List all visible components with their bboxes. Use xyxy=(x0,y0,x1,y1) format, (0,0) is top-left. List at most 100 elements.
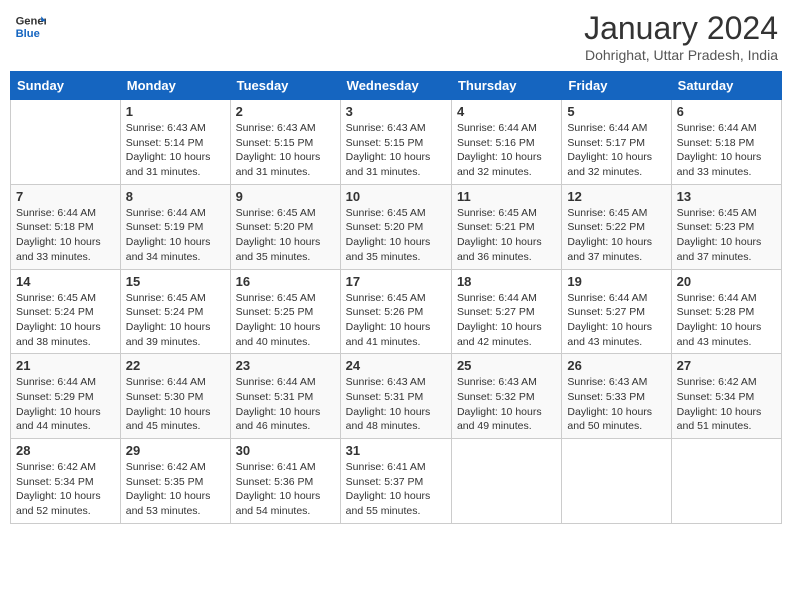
day-number: 7 xyxy=(16,189,115,204)
day-info: Sunrise: 6:44 AM Sunset: 5:27 PM Dayligh… xyxy=(457,291,556,350)
page-header: General Blue January 2024 Dohrighat, Utt… xyxy=(10,10,782,63)
calendar-cell: 2 Sunrise: 6:43 AM Sunset: 5:15 PM Daylig… xyxy=(230,100,340,185)
day-info: Sunrise: 6:45 AM Sunset: 5:21 PM Dayligh… xyxy=(457,206,556,265)
day-number: 3 xyxy=(346,104,446,119)
calendar-cell: 16 Sunrise: 6:45 AM Sunset: 5:25 PM Dayli… xyxy=(230,269,340,354)
calendar-cell: 29 Sunrise: 6:42 AM Sunset: 5:35 PM Dayli… xyxy=(120,439,230,524)
day-number: 4 xyxy=(457,104,556,119)
calendar-cell: 22 Sunrise: 6:44 AM Sunset: 5:30 PM Dayli… xyxy=(120,354,230,439)
calendar-cell xyxy=(671,439,781,524)
calendar-cell: 6 Sunrise: 6:44 AM Sunset: 5:18 PM Daylig… xyxy=(671,100,781,185)
calendar-week-row: 28 Sunrise: 6:42 AM Sunset: 5:34 PM Dayli… xyxy=(11,439,782,524)
day-number: 24 xyxy=(346,358,446,373)
day-info: Sunrise: 6:42 AM Sunset: 5:34 PM Dayligh… xyxy=(677,375,776,434)
calendar-cell: 14 Sunrise: 6:45 AM Sunset: 5:24 PM Dayli… xyxy=(11,269,121,354)
calendar-cell: 12 Sunrise: 6:45 AM Sunset: 5:22 PM Dayli… xyxy=(562,184,671,269)
day-info: Sunrise: 6:42 AM Sunset: 5:34 PM Dayligh… xyxy=(16,460,115,519)
day-number: 31 xyxy=(346,443,446,458)
calendar-table: SundayMondayTuesdayWednesdayThursdayFrid… xyxy=(10,71,782,524)
col-header-sunday: Sunday xyxy=(11,72,121,100)
day-info: Sunrise: 6:43 AM Sunset: 5:32 PM Dayligh… xyxy=(457,375,556,434)
day-number: 9 xyxy=(236,189,335,204)
day-number: 26 xyxy=(567,358,665,373)
calendar-cell: 7 Sunrise: 6:44 AM Sunset: 5:18 PM Daylig… xyxy=(11,184,121,269)
calendar-week-row: 21Sunrise: 6:44 AM Sunset: 5:29 PM Dayli… xyxy=(11,354,782,439)
calendar-cell: 26 Sunrise: 6:43 AM Sunset: 5:33 PM Dayli… xyxy=(562,354,671,439)
col-header-tuesday: Tuesday xyxy=(230,72,340,100)
calendar-cell: 11Sunrise: 6:45 AM Sunset: 5:21 PM Dayli… xyxy=(451,184,561,269)
day-number: 15 xyxy=(126,274,225,289)
calendar-cell xyxy=(11,100,121,185)
day-info: Sunrise: 6:45 AM Sunset: 5:23 PM Dayligh… xyxy=(677,206,776,265)
day-info: Sunrise: 6:44 AM Sunset: 5:19 PM Dayligh… xyxy=(126,206,225,265)
day-info: Sunrise: 6:43 AM Sunset: 5:15 PM Dayligh… xyxy=(346,121,446,180)
logo: General Blue xyxy=(14,10,46,42)
calendar-cell xyxy=(451,439,561,524)
day-number: 23 xyxy=(236,358,335,373)
day-number: 19 xyxy=(567,274,665,289)
day-info: Sunrise: 6:44 AM Sunset: 5:31 PM Dayligh… xyxy=(236,375,335,434)
title-block: January 2024 Dohrighat, Uttar Pradesh, I… xyxy=(584,10,778,63)
day-info: Sunrise: 6:45 AM Sunset: 5:24 PM Dayligh… xyxy=(126,291,225,350)
col-header-saturday: Saturday xyxy=(671,72,781,100)
day-info: Sunrise: 6:45 AM Sunset: 5:20 PM Dayligh… xyxy=(346,206,446,265)
day-info: Sunrise: 6:42 AM Sunset: 5:35 PM Dayligh… xyxy=(126,460,225,519)
calendar-cell: 3 Sunrise: 6:43 AM Sunset: 5:15 PM Daylig… xyxy=(340,100,451,185)
calendar-cell: 30 Sunrise: 6:41 AM Sunset: 5:36 PM Dayli… xyxy=(230,439,340,524)
day-number: 12 xyxy=(567,189,665,204)
location-title: Dohrighat, Uttar Pradesh, India xyxy=(584,47,778,63)
day-info: Sunrise: 6:44 AM Sunset: 5:29 PM Dayligh… xyxy=(16,375,115,434)
svg-text:Blue: Blue xyxy=(16,28,40,40)
calendar-cell: 27 Sunrise: 6:42 AM Sunset: 5:34 PM Dayli… xyxy=(671,354,781,439)
day-number: 2 xyxy=(236,104,335,119)
day-number: 27 xyxy=(677,358,776,373)
day-info: Sunrise: 6:43 AM Sunset: 5:31 PM Dayligh… xyxy=(346,375,446,434)
day-info: Sunrise: 6:44 AM Sunset: 5:18 PM Dayligh… xyxy=(677,121,776,180)
day-info: Sunrise: 6:45 AM Sunset: 5:24 PM Dayligh… xyxy=(16,291,115,350)
calendar-cell: 28 Sunrise: 6:42 AM Sunset: 5:34 PM Dayli… xyxy=(11,439,121,524)
calendar-cell: 24 Sunrise: 6:43 AM Sunset: 5:31 PM Dayli… xyxy=(340,354,451,439)
day-number: 18 xyxy=(457,274,556,289)
day-info: Sunrise: 6:43 AM Sunset: 5:33 PM Dayligh… xyxy=(567,375,665,434)
day-info: Sunrise: 6:41 AM Sunset: 5:37 PM Dayligh… xyxy=(346,460,446,519)
calendar-cell: 8Sunrise: 6:44 AM Sunset: 5:19 PM Daylig… xyxy=(120,184,230,269)
day-info: Sunrise: 6:41 AM Sunset: 5:36 PM Dayligh… xyxy=(236,460,335,519)
calendar-cell: 19 Sunrise: 6:44 AM Sunset: 5:27 PM Dayli… xyxy=(562,269,671,354)
day-number: 25 xyxy=(457,358,556,373)
day-number: 30 xyxy=(236,443,335,458)
day-info: Sunrise: 6:43 AM Sunset: 5:15 PM Dayligh… xyxy=(236,121,335,180)
day-number: 29 xyxy=(126,443,225,458)
day-number: 6 xyxy=(677,104,776,119)
day-number: 14 xyxy=(16,274,115,289)
day-info: Sunrise: 6:43 AM Sunset: 5:14 PM Dayligh… xyxy=(126,121,225,180)
day-info: Sunrise: 6:45 AM Sunset: 5:22 PM Dayligh… xyxy=(567,206,665,265)
day-info: Sunrise: 6:44 AM Sunset: 5:18 PM Dayligh… xyxy=(16,206,115,265)
day-number: 20 xyxy=(677,274,776,289)
day-number: 5 xyxy=(567,104,665,119)
day-number: 13 xyxy=(677,189,776,204)
day-number: 22 xyxy=(126,358,225,373)
calendar-cell: 10Sunrise: 6:45 AM Sunset: 5:20 PM Dayli… xyxy=(340,184,451,269)
day-info: Sunrise: 6:44 AM Sunset: 5:16 PM Dayligh… xyxy=(457,121,556,180)
day-number: 16 xyxy=(236,274,335,289)
day-info: Sunrise: 6:44 AM Sunset: 5:30 PM Dayligh… xyxy=(126,375,225,434)
calendar-cell: 21Sunrise: 6:44 AM Sunset: 5:29 PM Dayli… xyxy=(11,354,121,439)
calendar-cell: 31 Sunrise: 6:41 AM Sunset: 5:37 PM Dayli… xyxy=(340,439,451,524)
calendar-cell: 13 Sunrise: 6:45 AM Sunset: 5:23 PM Dayli… xyxy=(671,184,781,269)
calendar-week-row: 7 Sunrise: 6:44 AM Sunset: 5:18 PM Daylig… xyxy=(11,184,782,269)
calendar-cell: 20 Sunrise: 6:44 AM Sunset: 5:28 PM Dayli… xyxy=(671,269,781,354)
day-info: Sunrise: 6:44 AM Sunset: 5:27 PM Dayligh… xyxy=(567,291,665,350)
calendar-cell: 23 Sunrise: 6:44 AM Sunset: 5:31 PM Dayli… xyxy=(230,354,340,439)
col-header-friday: Friday xyxy=(562,72,671,100)
calendar-cell: 15 Sunrise: 6:45 AM Sunset: 5:24 PM Dayli… xyxy=(120,269,230,354)
day-info: Sunrise: 6:44 AM Sunset: 5:17 PM Dayligh… xyxy=(567,121,665,180)
day-info: Sunrise: 6:44 AM Sunset: 5:28 PM Dayligh… xyxy=(677,291,776,350)
day-number: 28 xyxy=(16,443,115,458)
calendar-cell: 25 Sunrise: 6:43 AM Sunset: 5:32 PM Dayli… xyxy=(451,354,561,439)
col-header-thursday: Thursday xyxy=(451,72,561,100)
calendar-cell: 9Sunrise: 6:45 AM Sunset: 5:20 PM Daylig… xyxy=(230,184,340,269)
day-number: 17 xyxy=(346,274,446,289)
day-info: Sunrise: 6:45 AM Sunset: 5:25 PM Dayligh… xyxy=(236,291,335,350)
calendar-week-row: 14 Sunrise: 6:45 AM Sunset: 5:24 PM Dayli… xyxy=(11,269,782,354)
calendar-header-row: SundayMondayTuesdayWednesdayThursdayFrid… xyxy=(11,72,782,100)
